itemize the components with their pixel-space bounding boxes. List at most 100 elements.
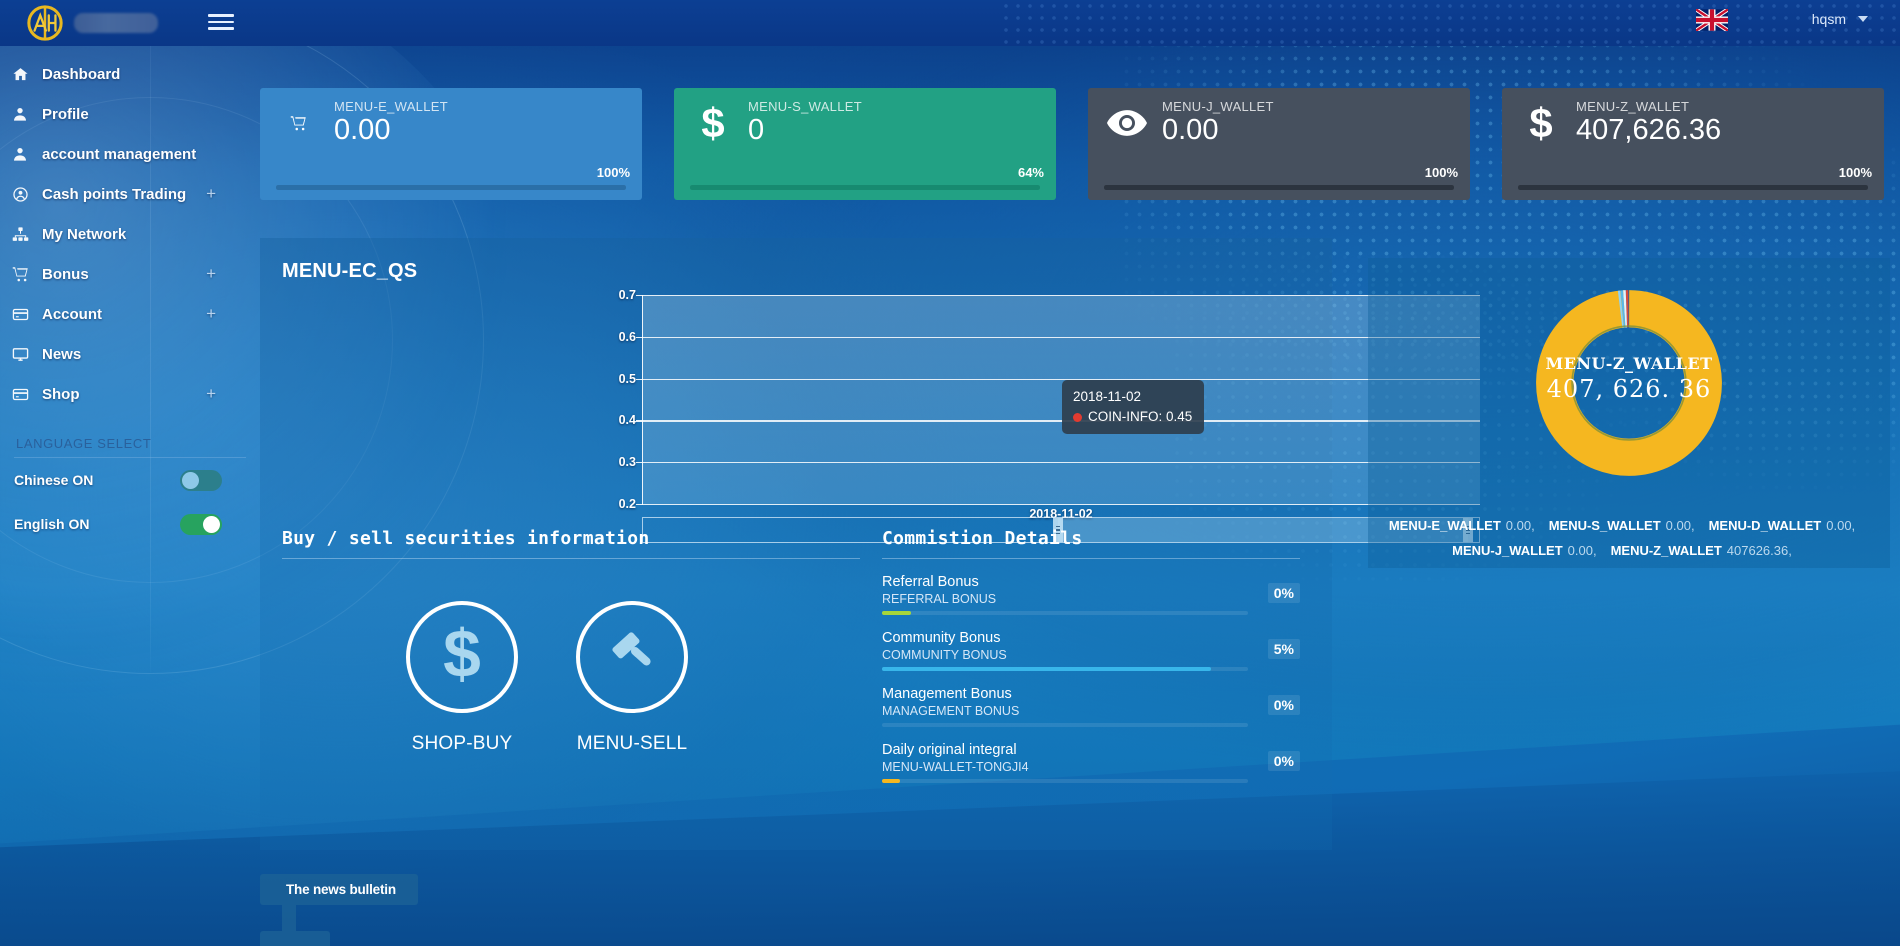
wallet-stat-cards: MENU-E_WALLET 0.00 100% $ MENU-S_WALLET 0 64% M… [260,88,1890,200]
donut-legend-value: 0.00, [1567,542,1597,558]
user-menu[interactable]: hqsm [1812,11,1868,27]
commission-progress [882,779,1248,783]
chart-y-axis-line [642,295,644,505]
commission-percent: 0% [1267,750,1300,771]
expand-plus-icon[interactable]: + [206,264,216,284]
buy-sell-actions: $ SHOP-BUY MENU-SELL [282,601,860,755]
wallet-card-percent: 100% [1838,165,1872,180]
sidebar-item-shop[interactable]: Shop + [0,374,260,414]
commission-percent: 0% [1267,583,1300,603]
sitemap-icon [12,226,42,243]
news-bulletin-widget[interactable]: The news bulletin [260,874,418,946]
donut-center-label: MENU-Z_WALLET 407, 626. 36 [1368,354,1890,403]
divider [882,558,1300,559]
sidebar-item-dashboard[interactable]: Dashboard [0,54,260,94]
user-circle-icon [12,186,42,203]
wallet-card-label: MENU-E_WALLET [334,99,448,114]
chart-gridline [642,295,1480,297]
action-label: MENU-SELL [576,733,688,754]
sidebar-item-bonus[interactable]: Bonus + [0,254,260,294]
y-tick-label: 0.6 [618,329,636,344]
panel-title: MENU-EC_QS [282,260,418,282]
wallet-card-progress [276,185,626,190]
commission-row: Referral Bonus REFERRAL BONUS 0% [882,573,1300,615]
wallet-card-label: MENU-J_WALLET [1162,99,1274,114]
commission-name: Community Bonus [882,629,1001,646]
wallet-card-progress [1518,185,1868,190]
chart-plot-area[interactable]: 2018-11-02 COIN-INFO: 0.45 [636,295,1480,506]
language-select-heading: LANGUAGE SELECT [16,436,152,451]
commission-row: Daily original integral MENU-WALLET-TONGJ… [882,741,1300,783]
sidebar-item-profile[interactable]: Profile [0,94,260,134]
sidebar-item-label: Shop [42,385,80,403]
donut-legend-value: 0.00, [1826,518,1856,533]
wallet-card-menu-e-wallet[interactable]: MENU-E_WALLET 0.00 100% [260,88,642,200]
wallet-card-label: MENU-Z_WALLET [1576,99,1690,114]
chart-gridline [642,378,1480,380]
commission-progress [882,723,1248,727]
action-circle[interactable]: $ [406,601,518,713]
wallet-card-value: 0 [748,114,765,146]
donut-legend-name: MENU-J_WALLET [1452,542,1563,558]
donut-legend-value: 0.00, [1505,518,1535,533]
wallet-donut-chart[interactable]: MENU-Z_WALLET 407, 626. 36 [1368,258,1890,508]
chart-tooltip: 2018-11-02 COIN-INFO: 0.45 [1062,380,1205,435]
wallet-card-menu-z-wallet[interactable]: $ MENU-Z_WALLET 407,626.36 100% [1502,88,1884,200]
sidebar-item-cash-points-trading[interactable]: Cash points Trading + [0,174,260,214]
wallet-card-progress [1104,185,1454,190]
commission-percent: 0% [1267,694,1300,715]
brand-logo[interactable] [26,4,158,42]
donut-legend-entry: MENU-E_WALLET 0.00, [1389,518,1535,533]
commission-row: Community Bonus COMMUNITY BONUS 5% [882,629,1300,671]
donut-legend-value: 407626.36, [1726,542,1792,558]
wallet-card-value: 407,626.36 [1576,114,1722,146]
brand-name-redacted [74,13,158,33]
y-tick-label: 0.4 [618,413,636,428]
chart-gridline [642,336,1480,339]
expand-plus-icon[interactable]: + [206,304,216,324]
expand-plus-icon[interactable]: + [206,184,216,204]
news-bulletin-label[interactable]: The news bulletin [260,874,418,905]
sidebar-item-label: My Network [42,225,127,243]
topbar-dot-pattern [1000,0,1900,46]
commission-name: Daily original integral [882,741,1017,758]
svg-text:$: $ [1529,101,1552,145]
sidebar-item-account-management[interactable]: account management [0,134,260,174]
buy-sell-section-title: Buy / sell securities information [282,528,650,549]
uk-flag-icon[interactable] [1696,9,1728,31]
expand-plus-icon[interactable]: + [206,384,216,404]
sidebar-item-my-network[interactable]: My Network [0,214,260,254]
username-label: hqsm [1811,11,1846,27]
language-row: English ON [0,502,260,546]
y-tick-label: 0.5 [618,371,636,386]
action-shop-buy[interactable]: $ SHOP-BUY [406,601,518,755]
language-toggle-chinese[interactable] [180,469,222,491]
wallet-card-menu-j-wallet[interactable]: MENU-J_WALLET 0.00 100% [1088,88,1470,200]
wallet-card-menu-s-wallet[interactable]: $ MENU-S_WALLET 0 64% [674,88,1056,200]
chart-gridline [642,420,1480,422]
coin-line-chart[interactable]: 0.7 0.6 0.5 0.4 0.3 0.2 2018-11-02 COIN-INFO:… [260,288,1480,553]
credit-card-icon [12,306,42,323]
donut-legend-value: 0.00, [1665,518,1695,533]
donut-legend-entry: MENU-J_WALLET 0.00, [1452,543,1596,558]
sidebar-item-label: Dashboard [42,65,121,83]
action-menu-sell[interactable]: MENU-SELL [576,601,688,755]
sidebar-navigation: Dashboard Profile account management Cash p… [0,46,260,946]
donut-legend-name: MENU-S_WALLET [1548,518,1661,533]
eye-icon [1104,110,1150,137]
svg-text:$: $ [443,620,481,690]
home-icon [12,66,42,83]
chart-gridline [642,504,1480,506]
chart-gridline [642,462,1480,464]
sidebar-item-news[interactable]: News [0,334,260,374]
sidebar-item-account[interactable]: Account + [0,294,260,334]
ah-monogram-logo-icon [27,5,63,41]
wallet-card-label: MENU-S_WALLET [748,99,862,114]
language-toggle-english[interactable] [180,513,222,535]
action-circle[interactable] [576,601,688,713]
news-bulletin-foot [260,931,330,946]
hamburger-menu-icon[interactable] [208,11,234,33]
sidebar-item-label: Bonus [42,265,89,283]
wallet-card-progress [690,185,1040,190]
cart-icon [276,114,322,132]
